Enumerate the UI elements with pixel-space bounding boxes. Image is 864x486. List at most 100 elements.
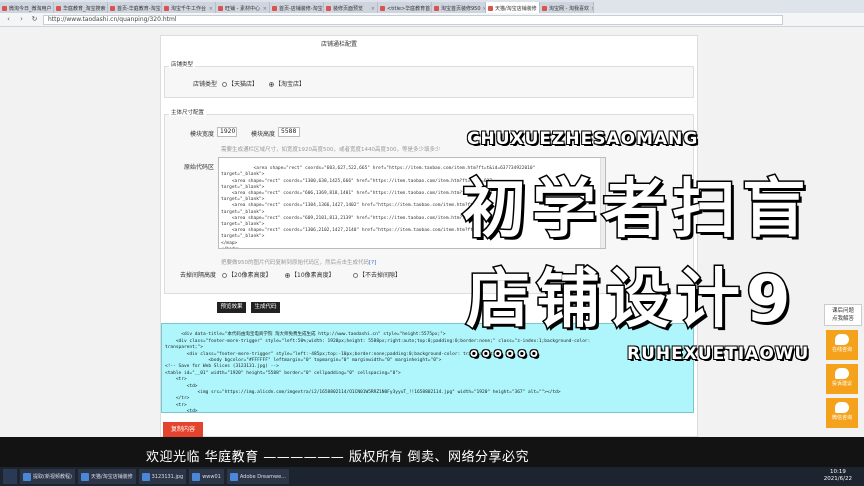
close-tab-icon[interactable]: ×: [263, 6, 267, 12]
browser-tab[interactable]: 装修页面预览 ×: [324, 2, 378, 13]
page-favicon-icon: [2, 6, 7, 11]
wechat-consult-button[interactable]: 微信咨询: [826, 398, 858, 428]
browser-tab-label: 旺铺 - 素材中心: [225, 6, 260, 12]
shop-type-option-tmall[interactable]: 【天猫店】: [222, 79, 258, 88]
back-icon[interactable]: ‹: [4, 15, 13, 24]
size-hint: 需要生成通栏区域尺寸，如宽度1920高度500，或者宽度1440高度300，等是…: [221, 147, 441, 153]
browser-tab-label: 天猫/淘宝店铺装修: [495, 6, 537, 12]
complaint-button[interactable]: 投诉建议: [826, 364, 858, 394]
generate-code-button[interactable]: 生成代码: [251, 302, 280, 313]
taskbar-item-label: 天猫/淘宝店铺装修: [90, 474, 133, 480]
browser-tab[interactable]: 淘宝网 - 淘我喜欢×: [540, 2, 594, 13]
radio-taobao[interactable]: [269, 82, 274, 87]
paste-help-link[interactable]: [?]: [369, 260, 376, 266]
app-icon: [23, 472, 31, 481]
width-input[interactable]: 1920: [217, 127, 237, 137]
close-tab-icon[interactable]: ×: [209, 6, 213, 12]
taskbar-item-label: 提取(新视频教程): [33, 474, 72, 480]
taskbar-item[interactable]: 3123131.jpg: [138, 469, 187, 484]
overlay-title-line1: 初学者扫盲: [461, 172, 812, 249]
browser-tab[interactable]: <title>华庭教育首页×: [378, 2, 432, 13]
taskbar-item[interactable]: Adobe Dreamwe...: [226, 469, 289, 484]
browser-tab[interactable]: 天猫/淘宝店铺装修×: [486, 2, 540, 13]
browser-tab[interactable]: 首页-店铺装修-淘宝×: [270, 2, 324, 13]
browser-tab-label: <title>华庭教育首页: [387, 6, 432, 12]
page-favicon-icon: [56, 6, 61, 11]
overlay-pinyin-bottom: RUHEXUETIAOWU: [627, 344, 810, 364]
browser-tab-label: 首页-华庭教育-淘宝: [117, 6, 161, 12]
browser-tab-label: 淘宝首页装修950: [441, 6, 481, 12]
radio-gap-none[interactable]: [353, 273, 358, 278]
radio-tmall[interactable]: [222, 82, 227, 87]
taskbar-clock: 10:19 2021/6/22: [823, 469, 852, 482]
browser-tab[interactable]: 华庭教育_淘宝搜索×: [54, 2, 108, 13]
shop-type-option-taobao[interactable]: 【淘宝店】: [269, 79, 305, 88]
width-label: 模块宽度: [189, 131, 214, 138]
online-consult-button[interactable]: 在线咨询: [826, 330, 858, 360]
browser-tab-label: 装修页面预览: [333, 6, 364, 12]
app-icon: [141, 472, 150, 481]
config-title: 店铺通栏配置: [321, 41, 358, 48]
size-legend: 主体尺寸配置: [169, 108, 207, 116]
taskbar-item[interactable]: 天猫/淘宝店铺装修: [77, 469, 136, 484]
chat-bubble-icon: [835, 368, 849, 379]
windows-taskbar: 提取(新视频教程) 天猫/淘宝店铺装修 3123131.jpg www01 Adobe …: [0, 467, 864, 486]
browser-tab[interactable]: 首页-华庭教育-淘宝×: [108, 2, 162, 13]
page-favicon-icon: [488, 6, 493, 11]
overlay-pinyin-top: CHUXUEZHESAOMANG: [467, 129, 699, 149]
forward-icon[interactable]: ›: [17, 15, 26, 24]
browser-tab[interactable]: 淘宝千牛工作台 ×: [162, 2, 216, 13]
browser-tab-label: 淘宝千牛工作台: [171, 6, 207, 12]
help-box[interactable]: 课后问题 点我解答: [824, 304, 862, 326]
radio-gap-10[interactable]: [285, 273, 290, 278]
taskbar-item[interactable]: www01: [189, 469, 224, 484]
height-label: 模块高度: [250, 131, 275, 138]
page-favicon-icon: [434, 6, 439, 11]
taskbar-item-label: Adobe Dreamwe...: [239, 473, 286, 480]
close-tab-icon[interactable]: ×: [371, 6, 375, 12]
start-icon[interactable]: [3, 469, 17, 484]
page-favicon-icon: [380, 6, 385, 11]
reload-icon[interactable]: ↻: [30, 15, 39, 24]
gap-label: 去掉间隔高度: [179, 272, 216, 279]
preview-button[interactable]: 预览效果: [217, 302, 246, 313]
page-favicon-icon: [542, 6, 547, 11]
chat-bubble-icon: [835, 402, 849, 413]
radio-gap-20[interactable]: [222, 273, 227, 278]
url-input[interactable]: http://www.taodashi.cn/quanping/320.html: [43, 14, 783, 25]
browser-tab-label: 首页-店铺装修-淘宝: [279, 6, 323, 12]
page-favicon-icon: [110, 6, 115, 11]
page-favicon-icon: [218, 6, 223, 11]
address-bar: ‹ › ↻ http://www.taodashi.cn/quanping/32…: [0, 13, 864, 27]
page-favicon-icon: [164, 6, 169, 11]
browser-tab[interactable]: 淘宝首页装修950×: [432, 2, 486, 13]
chat-bubble-icon: [835, 334, 849, 345]
browser-tab-label: 微淘今日_微淘用户: [9, 6, 52, 12]
close-tab-icon[interactable]: ×: [591, 6, 593, 12]
app-icon: [192, 472, 201, 481]
overlay-dots: 。。。。。。: [470, 336, 552, 360]
browser-tab-strip: 微淘今日_微淘用户×华庭教育_淘宝搜索×首页-华庭教育-淘宝×淘宝千牛工作台×旺…: [0, 0, 864, 13]
taskbar-item[interactable]: 提取(新视频教程): [20, 469, 75, 484]
gap-option-20[interactable]: 【20像素高度】: [222, 270, 272, 279]
height-input[interactable]: 5588: [278, 127, 300, 137]
browser-tab[interactable]: 旺铺 - 素材中心 ×: [216, 2, 270, 13]
gap-option-none[interactable]: 【不去掉间隙】: [353, 270, 401, 279]
taskbar-item-label: www01: [202, 473, 221, 480]
shop-type-label: 店铺类型: [192, 81, 217, 88]
browser-tab-label: 华庭教育_淘宝搜索: [63, 6, 106, 12]
shop-type-legend: 店铺类型: [169, 60, 196, 68]
page-favicon-icon: [272, 6, 277, 11]
subtitle-text: 欢迎光临 华庭教育 —————— 版权所有 倒卖、网络分享必究: [146, 450, 530, 465]
overlay-title-line2: 店铺设计9: [465, 262, 797, 339]
gap-option-10[interactable]: 【10像素高度】: [285, 270, 335, 279]
app-icon: [80, 472, 89, 481]
browser-tab[interactable]: 微淘今日_微淘用户×: [0, 2, 54, 13]
copy-content-button[interactable]: 复制内容: [163, 422, 203, 437]
shop-type-panel: 店铺类型 店铺类型 【天猫店】 【淘宝店】: [164, 60, 694, 98]
paste-hint: 把要做950的图片代码复制到原始代码区，然后点击生成代码[?]: [221, 260, 377, 266]
taskbar-item-label: 3123131.jpg: [151, 473, 184, 480]
page-favicon-icon: [326, 6, 331, 11]
browser-tab-label: 淘宝网 - 淘我喜欢: [549, 6, 589, 12]
app-icon: [229, 472, 238, 481]
